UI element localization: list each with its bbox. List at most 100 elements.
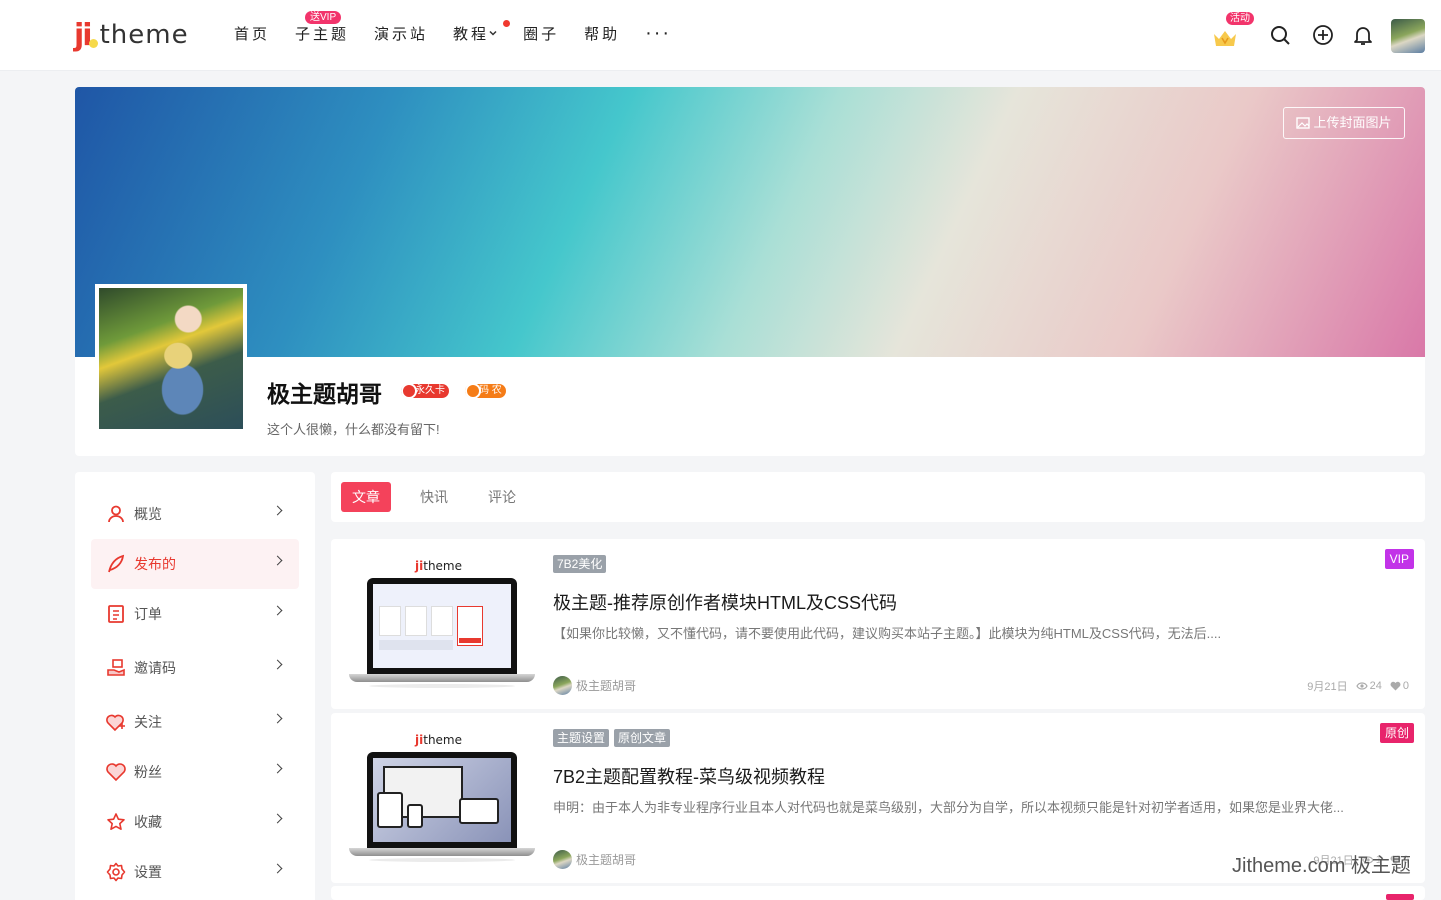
sidebar-item-orders[interactable]: 订单 (91, 589, 299, 639)
original-badge: 原创 (1379, 723, 1414, 743)
sidebar-item-label: 发布的 (134, 556, 176, 572)
view-count: 24 (1355, 680, 1382, 692)
thumb-brand-ji: ji (415, 559, 424, 573)
post-title[interactable]: 7B2主题配置教程-菜鸟级视频教程 (553, 763, 825, 789)
gear-icon (105, 861, 127, 883)
tab-comments[interactable]: 评论 (477, 482, 527, 512)
post-author[interactable]: 极主题胡哥 (553, 676, 636, 695)
post-thumbnail[interactable]: jitheme (349, 553, 535, 695)
user-avatar[interactable] (1391, 19, 1425, 53)
post-title[interactable]: 极主题-推荐原创作者模块HTML及CSS代码 (553, 589, 897, 615)
post-card[interactable]: jitheme 7B2美化 极主题-推荐原创作者模块HTML及CSS代码 【如果… (331, 539, 1425, 709)
chevron-right-icon (272, 605, 283, 616)
sidebar-item-label: 邀请码 (134, 660, 176, 676)
image-icon (1296, 117, 1311, 129)
upload-cover-button[interactable]: 上传封面图片 (1283, 107, 1405, 139)
nav-child-theme[interactable]: 送VIP 子主题 (295, 11, 350, 46)
chevron-right-icon (272, 555, 283, 566)
order-icon (105, 603, 127, 625)
post-tag[interactable]: 原创文章 (614, 729, 671, 747)
nav-home-label: 首页 (234, 26, 271, 43)
top-header: ji theme 首页 送VIP 子主题 演示站 教程 圈子 帮助 ··· 活动 (0, 0, 1441, 71)
tab-newsflash[interactable]: 快讯 (409, 482, 459, 512)
nav-tutorial-label: 教程 (453, 26, 490, 43)
like-count-value: 0 (1402, 680, 1409, 692)
badge-coder: 码 农 (465, 383, 506, 399)
screen-content (373, 758, 511, 842)
laptop-shadow (369, 858, 515, 862)
thumb-brand: jitheme (415, 733, 462, 747)
nav-demo[interactable]: 演示站 (374, 24, 428, 46)
post-thumbnail[interactable]: jitheme (349, 727, 535, 869)
site-logo[interactable]: ji theme (74, 17, 189, 53)
post-badge-partial (1386, 894, 1414, 900)
post-tag[interactable]: 7B2美化 (553, 555, 607, 573)
chevron-right-icon (272, 713, 283, 724)
post-tag[interactable]: 主题设置 (553, 729, 610, 747)
post-excerpt: 申明：由于本人为非专业程序行业且本人对代码也就是菜鸟级别，大部分为自学，所以本视… (553, 800, 1344, 815)
cover-image (75, 87, 1425, 357)
badge-lifetime: 永久卡 (401, 383, 449, 399)
nav-home[interactable]: 首页 (234, 24, 270, 46)
sidebar-item-following[interactable]: 关注 (91, 697, 299, 747)
thumb-brand: jitheme (415, 559, 462, 573)
nav-tutorial[interactable]: 教程 (453, 20, 511, 46)
profile-bio: 这个人很懒，什么都没有留下! (267, 422, 440, 437)
chevron-right-icon (272, 505, 283, 516)
more-menu-button[interactable]: ··· (645, 23, 671, 46)
eye-icon (1355, 682, 1368, 690)
activity-badge: 活动 (1226, 12, 1254, 25)
nav-circle-label: 圈子 (523, 26, 560, 43)
upload-cover-label: 上传封面图片 (1313, 115, 1392, 130)
new-dot (503, 20, 511, 27)
user-sidebar: 概览 发布的 订单 邀请码 关注 粉丝 收藏 设置 (75, 472, 315, 900)
bell-icon[interactable] (1352, 24, 1374, 46)
nav-help[interactable]: 帮助 (584, 24, 620, 46)
post-tags: 7B2美化 (553, 555, 607, 573)
feather-icon (105, 553, 127, 575)
chevron-right-icon (272, 763, 283, 774)
laptop-screen (367, 752, 517, 848)
view-count-value: 24 (1369, 680, 1382, 692)
plus-circle-icon[interactable] (1312, 24, 1334, 46)
author-name: 极主题胡哥 (576, 679, 637, 693)
crown-badge-icon (401, 383, 417, 399)
logo-theme: theme (99, 20, 189, 50)
profile-avatar[interactable] (95, 284, 247, 433)
heart-plus-icon (105, 711, 127, 733)
nav-child-theme-label: 子主题 (295, 26, 350, 43)
sidebar-item-overview[interactable]: 概览 (91, 489, 299, 539)
watermark: Jitheme.com 极主题 (1232, 855, 1411, 877)
sidebar-item-published[interactable]: 发布的 (91, 539, 299, 589)
nav-circle[interactable]: 圈子 (523, 24, 559, 46)
post-card[interactable] (331, 886, 1425, 900)
profile-card: 上传封面图片 极主题胡哥 永久卡 码 农 这个人很懒，什么都没有留下! (75, 87, 1425, 456)
like-count: 0 (1390, 680, 1409, 692)
sidebar-item-label: 收藏 (134, 814, 162, 830)
crown-icon[interactable] (1212, 28, 1238, 48)
sidebar-item-invite[interactable]: 邀请码 (91, 643, 299, 693)
screen-content (373, 584, 511, 668)
chevron-right-icon (272, 813, 283, 824)
sidebar-item-label: 订单 (134, 606, 162, 622)
thumb-brand-theme: theme (423, 559, 462, 573)
post-excerpt: 【如果你比较懒，又不懂代码，请不要使用此代码，建议购买本站子主题。】此模块为纯H… (553, 626, 1222, 641)
content-tabs: 文章 快讯 评论 (331, 472, 1425, 522)
invite-icon (105, 657, 127, 679)
sidebar-item-fans[interactable]: 粉丝 (91, 747, 299, 797)
sidebar-item-settings[interactable]: 设置 (91, 847, 299, 897)
chevron-down-icon (489, 30, 497, 36)
sidebar-item-favorites[interactable]: 收藏 (91, 797, 299, 847)
search-icon[interactable] (1269, 24, 1291, 46)
laptop-shadow (369, 684, 515, 688)
vip-badge: VIP (1384, 549, 1414, 569)
post-date: 9月21日 (1307, 681, 1348, 693)
thumb-brand-ji: ji (415, 733, 424, 747)
laptop-base (349, 674, 535, 682)
badge-lifetime-label: 永久卡 (415, 385, 445, 396)
logo-ji: ji (74, 17, 93, 53)
post-author[interactable]: 极主题胡哥 (553, 850, 636, 869)
tab-articles[interactable]: 文章 (341, 482, 391, 512)
heart-badge-icon (465, 383, 481, 399)
heart-icon (105, 761, 127, 783)
